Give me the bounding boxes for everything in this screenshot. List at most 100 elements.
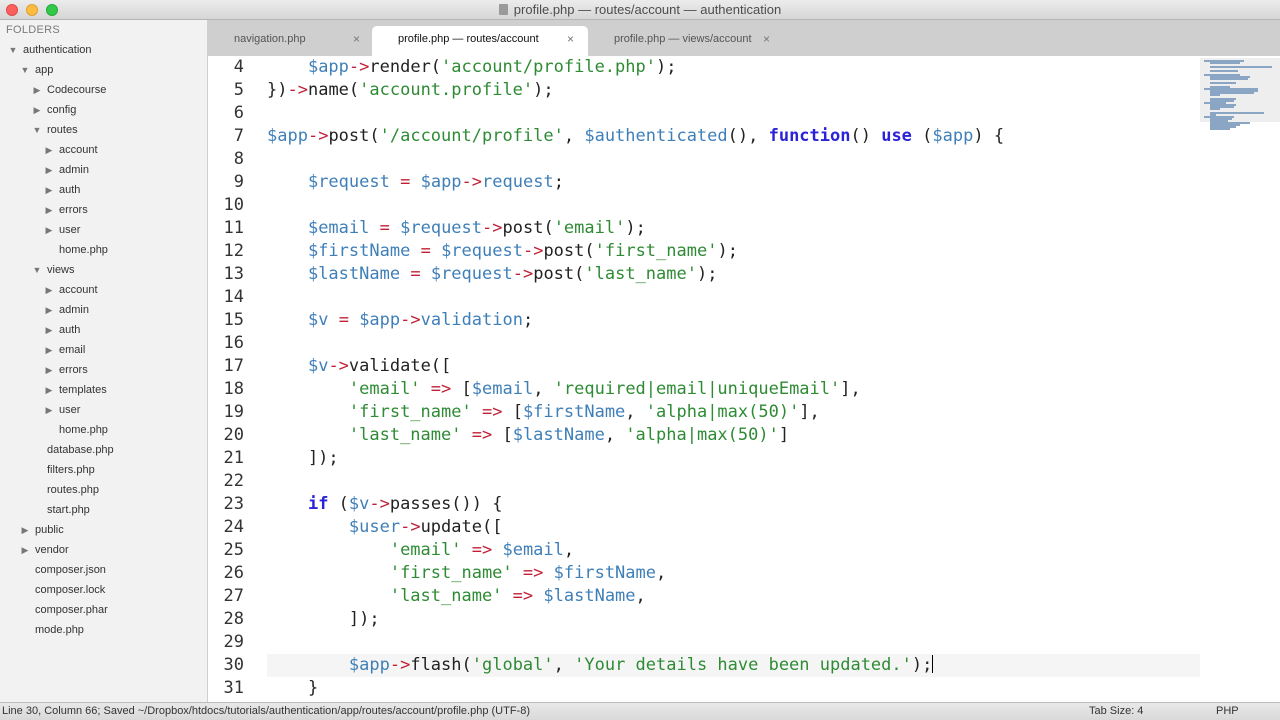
disclosure-collapsed-icon[interactable]: ▶ bbox=[20, 520, 30, 540]
minimap-line bbox=[1210, 62, 1240, 64]
sidebar-item-label: composer.phar bbox=[35, 604, 108, 616]
disclosure-collapsed-icon[interactable]: ▶ bbox=[44, 320, 54, 340]
code-line[interactable]: 'first_name' => [$firstName, 'alpha|max(… bbox=[267, 401, 1200, 424]
code-line[interactable] bbox=[267, 148, 1200, 171]
sidebar-item-label: templates bbox=[59, 384, 107, 396]
sidebar-item-label: composer.json bbox=[35, 564, 106, 576]
code-line[interactable]: 'email' => [$email, 'required|email|uniq… bbox=[267, 378, 1200, 401]
sidebar-item-label: database.php bbox=[47, 444, 114, 456]
code-line[interactable]: $user->update([ bbox=[267, 516, 1200, 539]
disclosure-expanded-icon[interactable]: ▼ bbox=[32, 260, 42, 280]
editor-tab[interactable]: profile.php — routes/account × bbox=[372, 26, 588, 56]
code-line[interactable]: 'last_name' => [$lastName, 'alpha|max(50… bbox=[267, 424, 1200, 447]
line-number: 17 bbox=[223, 356, 244, 376]
title-bar: profile.php — routes/account — authentic… bbox=[0, 0, 1280, 20]
code-line[interactable]: $request = $app->request; bbox=[267, 171, 1200, 194]
sidebar-item-label: account bbox=[59, 284, 98, 296]
tab-size-indicator[interactable]: Tab Size: 4 bbox=[1089, 705, 1143, 717]
sidebar-item-label: vendor bbox=[35, 544, 69, 556]
sidebar: FOLDERS ▼ authentication ▼ app ▶ Codecourse ▶ c… bbox=[0, 20, 208, 702]
disclosure-collapsed-icon[interactable]: ▶ bbox=[44, 380, 54, 400]
minimap-line bbox=[1210, 94, 1220, 96]
code-line[interactable]: 'last_name' => $lastName, bbox=[267, 585, 1200, 608]
code-line[interactable]: ]); bbox=[267, 447, 1200, 470]
code-line[interactable]: 'email' => $email, bbox=[267, 539, 1200, 562]
code-line[interactable]: } bbox=[267, 677, 1200, 700]
line-number: 7 bbox=[233, 126, 244, 146]
code-line[interactable] bbox=[267, 194, 1200, 217]
disclosure-collapsed-icon[interactable]: ▶ bbox=[44, 140, 54, 160]
minimap[interactable] bbox=[1200, 56, 1280, 702]
sidebar-item-label: admin bbox=[59, 164, 89, 176]
code-editor[interactable]: 4 5 6 7 8 9 10 11 12 13 14 15 16 17 18 19 20 21 22 23 24 25 26… bbox=[208, 56, 1280, 702]
sidebar-item-label: admin bbox=[59, 304, 89, 316]
tab-close-icon[interactable]: × bbox=[353, 26, 360, 52]
folders-header: FOLDERS bbox=[6, 24, 61, 36]
sidebar-item-label: Codecourse bbox=[47, 84, 107, 96]
disclosure-collapsed-icon[interactable]: ▶ bbox=[44, 340, 54, 360]
minimap-line bbox=[1210, 108, 1220, 110]
disclosure-collapsed-icon[interactable]: ▶ bbox=[44, 180, 54, 200]
sidebar-item-label: mode.php bbox=[35, 624, 84, 636]
minimap-line bbox=[1210, 82, 1236, 84]
disclosure-collapsed-icon[interactable]: ▶ bbox=[44, 280, 54, 300]
sidebar-item-label: user bbox=[59, 224, 81, 236]
tab-close-icon[interactable]: × bbox=[763, 26, 770, 52]
syntax-indicator[interactable]: PHP bbox=[1216, 705, 1239, 717]
code-area[interactable]: $app->render('account/profile.php');})->… bbox=[267, 56, 1200, 702]
code-line[interactable]: $app->render('account/profile.php'); bbox=[267, 56, 1200, 79]
sidebar-item-label: errors bbox=[59, 204, 88, 216]
code-line[interactable]: if ($v->passes()) { bbox=[267, 493, 1200, 516]
code-line[interactable]: })->name('account.profile'); bbox=[267, 79, 1200, 102]
disclosure-expanded-icon[interactable]: ▼ bbox=[20, 60, 30, 80]
code-line[interactable]: $app->post('/account/profile', $authenti… bbox=[267, 125, 1200, 148]
sidebar-item-label: home.php bbox=[59, 244, 108, 256]
sidebar-item-label: user bbox=[59, 404, 81, 416]
code-line[interactable]: 'first_name' => $firstName, bbox=[267, 562, 1200, 585]
disclosure-collapsed-icon[interactable]: ▶ bbox=[44, 300, 54, 320]
code-line[interactable] bbox=[267, 102, 1200, 125]
code-line[interactable] bbox=[267, 332, 1200, 355]
code-line[interactable] bbox=[267, 470, 1200, 493]
disclosure-collapsed-icon[interactable]: ▶ bbox=[32, 100, 42, 120]
code-line[interactable]: $v->validate([ bbox=[267, 355, 1200, 378]
code-line[interactable]: $firstName = $request->post('first_name'… bbox=[267, 240, 1200, 263]
line-number: 26 bbox=[223, 563, 244, 583]
disclosure-collapsed-icon[interactable]: ▶ bbox=[44, 360, 54, 380]
line-number: 9 bbox=[233, 172, 244, 192]
tab-close-icon[interactable]: × bbox=[567, 26, 574, 52]
line-number: 31 bbox=[223, 678, 244, 698]
line-number: 28 bbox=[223, 609, 244, 629]
code-line[interactable] bbox=[267, 286, 1200, 309]
line-number: 24 bbox=[223, 517, 244, 537]
disclosure-collapsed-icon[interactable]: ▶ bbox=[44, 200, 54, 220]
sidebar-item-label: views bbox=[47, 264, 75, 276]
line-number: 29 bbox=[223, 632, 244, 652]
disclosure-expanded-icon[interactable]: ▼ bbox=[8, 40, 18, 60]
disclosure-collapsed-icon[interactable]: ▶ bbox=[44, 160, 54, 180]
code-line[interactable]: ]); bbox=[267, 608, 1200, 631]
line-number: 15 bbox=[223, 310, 244, 330]
window-title-text: profile.php — routes/account — authentic… bbox=[513, 2, 782, 17]
sidebar-item-label: authentication bbox=[23, 44, 92, 56]
code-line[interactable]: $lastName = $request->post('last_name'); bbox=[267, 263, 1200, 286]
editor-tab[interactable]: profile.php — views/account × bbox=[588, 26, 784, 56]
disclosure-expanded-icon[interactable]: ▼ bbox=[32, 120, 42, 140]
editor-tab[interactable]: navigation.php × bbox=[208, 26, 374, 56]
tab-label: profile.php — views/account bbox=[614, 33, 752, 45]
line-number: 5 bbox=[233, 80, 244, 100]
disclosure-collapsed-icon[interactable]: ▶ bbox=[20, 540, 30, 560]
disclosure-collapsed-icon[interactable]: ▶ bbox=[44, 220, 54, 240]
disclosure-collapsed-icon[interactable]: ▶ bbox=[44, 400, 54, 420]
sidebar-item-label: start.php bbox=[47, 504, 90, 516]
status-message: Line 30, Column 66; Saved ~/Dropbox/htdo… bbox=[2, 705, 530, 717]
line-number: 12 bbox=[223, 241, 244, 261]
code-line[interactable] bbox=[267, 631, 1200, 654]
code-line[interactable]: $email = $request->post('email'); bbox=[267, 217, 1200, 240]
sidebar-item-label: app bbox=[35, 64, 54, 76]
code-line[interactable]: $app->flash('global', 'Your details have… bbox=[267, 654, 1200, 677]
code-line[interactable]: $v = $app->validation; bbox=[267, 309, 1200, 332]
sidebar-item-label: auth bbox=[59, 324, 81, 336]
line-number: 18 bbox=[223, 379, 244, 399]
disclosure-collapsed-icon[interactable]: ▶ bbox=[32, 80, 42, 100]
